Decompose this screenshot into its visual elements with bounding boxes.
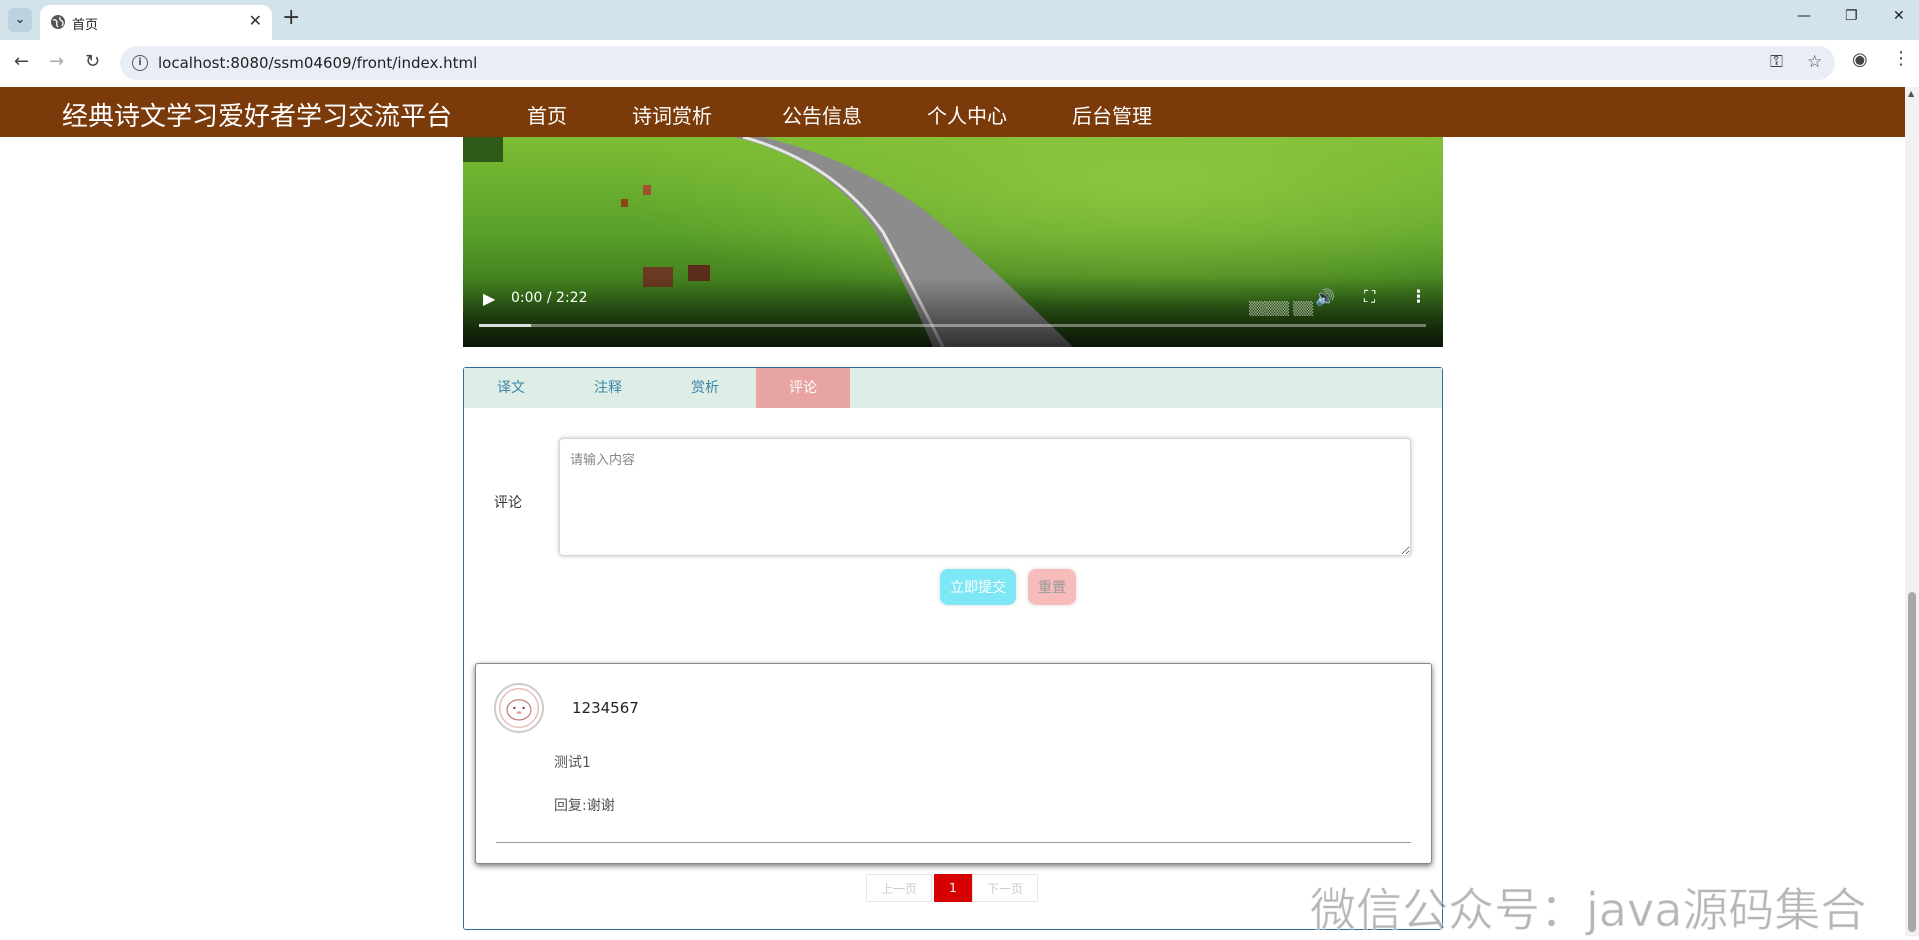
url-text[interactable]: localhost:8080/ssm04609/front/index.html (158, 54, 477, 72)
nav-personal-center[interactable]: 个人中心 (927, 100, 1007, 129)
submit-button[interactable]: 立即提交 (940, 569, 1016, 605)
minimize-icon[interactable]: — (1797, 8, 1811, 24)
address-bar[interactable]: i localhost:8080/ssm04609/front/index.ht… (120, 46, 1835, 80)
video-progress-bar[interactable] (479, 324, 1426, 327)
video-time: 0:00 / 2:22 (511, 290, 588, 306)
tab-appreciation[interactable]: 赏析 (658, 368, 752, 408)
nav-admin[interactable]: 后台管理 (1072, 100, 1152, 129)
new-tab-button[interactable]: + (282, 6, 300, 30)
scroll-up-icon[interactable]: ▲ (1908, 89, 1914, 98)
profile-icon[interactable]: ◉ (1852, 49, 1868, 70)
browser-toolbar: ← → ↻ i localhost:8080/ssm04609/front/in… (0, 40, 1919, 88)
video-progress-fill (479, 324, 532, 327)
browser-tab[interactable]: 首页 ✕ (40, 5, 272, 40)
forward-icon[interactable]: → (49, 52, 64, 72)
video-player[interactable]: ▒▒▒▒ ▒▒ ▶ 0:00 / 2:22 🔊 ⛶ ⋮ (463, 137, 1443, 347)
tab-search-chevron-icon[interactable]: ⌄ (8, 8, 32, 32)
volume-icon[interactable]: 🔊 (1315, 288, 1335, 307)
nav-home[interactable]: 首页 (527, 100, 567, 129)
site-header: 经典诗文学习爱好者学习交流平台 首页 诗词赏析 公告信息 个人中心 后台管理 (0, 87, 1905, 137)
site-title: 经典诗文学习爱好者学习交流平台 (62, 102, 453, 132)
tab-close-icon[interactable]: ✕ (249, 11, 262, 30)
current-page[interactable]: 1 (934, 874, 972, 902)
comment-reply: 回复:谢谢 (554, 798, 615, 814)
comment-label: 评论 (494, 495, 522, 511)
next-page-button[interactable]: 下一页 (972, 874, 1038, 902)
reload-icon[interactable]: ↻ (85, 52, 100, 72)
tab-translation[interactable]: 译文 (464, 368, 558, 408)
nav-poetry-appreciation[interactable]: 诗词赏析 (632, 100, 712, 129)
bookmark-star-icon[interactable]: ☆ (1807, 52, 1822, 72)
tab-comments[interactable]: 评论 (756, 368, 850, 408)
comment-input[interactable] (559, 438, 1411, 556)
globe-icon (51, 15, 65, 29)
browser-tab-strip: ⌄ 首页 ✕ + — ❐ ✕ (0, 0, 1919, 40)
tab-title: 首页 (72, 18, 99, 33)
fullscreen-icon[interactable]: ⛶ (1364, 287, 1375, 307)
video-watermark: ▒▒▒▒ ▒▒ (1249, 302, 1314, 317)
card-divider (496, 842, 1411, 843)
menu-dots-icon[interactable]: ⋮ (1892, 48, 1910, 69)
nav-announcements[interactable]: 公告信息 (782, 100, 862, 129)
watermark-text: 微信公众号：java源码集合 (1309, 883, 1867, 938)
play-icon[interactable]: ▶ (483, 289, 495, 308)
panel-tabs: 译文 注释 赏析 评论 (464, 368, 1442, 408)
page-scrollbar[interactable]: ▲ (1905, 87, 1919, 936)
reset-button[interactable]: 重置 (1028, 569, 1076, 605)
avatar (494, 683, 544, 733)
prev-page-button[interactable]: 上一页 (866, 874, 932, 902)
window-close-icon[interactable]: ✕ (1893, 8, 1905, 24)
site-info-icon[interactable]: i (132, 55, 148, 71)
content-panel: 译文 注释 赏析 评论 评论 立即提交 重置 1234567 测试1 回复:谢谢… (463, 367, 1443, 930)
restore-icon[interactable]: ❐ (1845, 8, 1858, 24)
back-icon[interactable]: ← (14, 52, 29, 72)
scrollbar-thumb[interactable] (1908, 592, 1916, 932)
password-key-icon[interactable]: ⚿ (1770, 52, 1783, 72)
comment-username: 1234567 (572, 699, 639, 717)
video-more-icon[interactable]: ⋮ (1410, 287, 1427, 307)
comment-text: 测试1 (554, 755, 591, 771)
tab-annotation[interactable]: 注释 (561, 368, 655, 408)
comment-card: 1234567 测试1 回复:谢谢 (475, 663, 1432, 864)
